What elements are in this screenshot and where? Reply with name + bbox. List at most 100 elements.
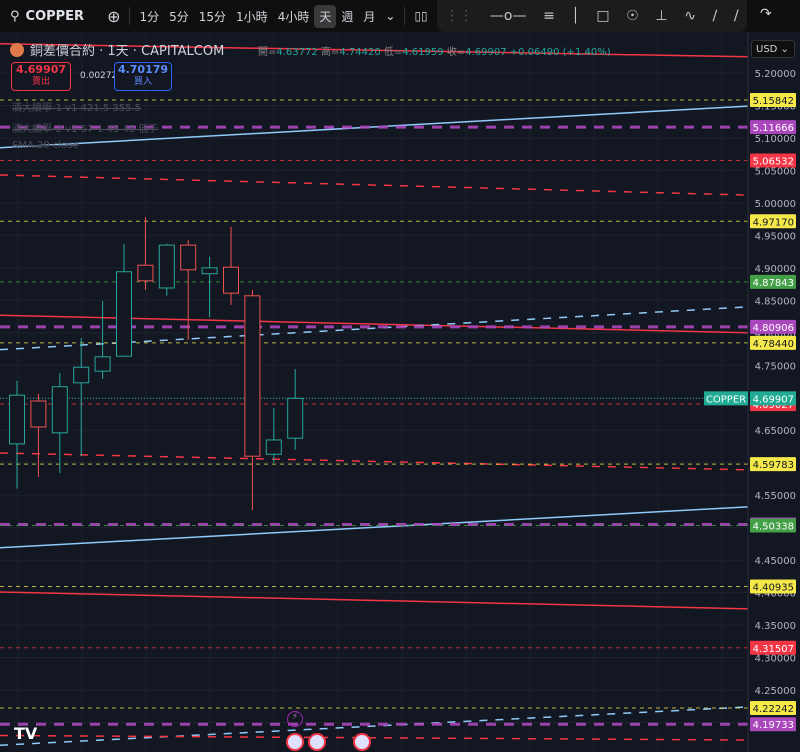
buy-button[interactable]: 4.70179 買入 <box>114 62 172 91</box>
candle-body <box>201 267 218 275</box>
trend-line <box>0 591 749 610</box>
y-tick-label: 5.05000 <box>755 166 796 177</box>
path-icon[interactable]: ∿ <box>684 8 696 24</box>
open-label: 開= <box>258 47 277 58</box>
ray-icon[interactable]: ∕ <box>734 8 739 24</box>
y-tick-label: 4.55000 <box>755 491 796 502</box>
candle-body <box>158 244 175 289</box>
last-price-label: 4.69907 <box>753 394 794 405</box>
candle-body <box>265 439 282 455</box>
y-tick-label: 4.85000 <box>755 296 796 307</box>
candle-body <box>116 271 132 357</box>
price-tag-label: 4.22242 <box>753 704 794 715</box>
change-value: +0.06490 (+1.40%) <box>509 47 611 58</box>
ohlc-values: 開=4.63772 高=4.74420 低=4.61959 收=4.69907 … <box>258 43 611 58</box>
price-tag-label: 5.06532 <box>753 156 794 167</box>
sell-label: 賣出 <box>31 77 50 87</box>
us-event-icon[interactable] <box>308 733 326 751</box>
compare-add-icon[interactable]: ⊕ <box>102 4 125 29</box>
drag-handle-icon[interactable]: ⋮⋮ <box>445 8 473 24</box>
candle-type-icon[interactable]: ▯▯ <box>409 6 432 26</box>
price-chart[interactable]: 5.200005.150005.100005.050005.000004.950… <box>0 32 800 752</box>
candle-body <box>51 386 68 434</box>
trend-line <box>0 174 749 196</box>
us-event-icon[interactable] <box>286 733 304 751</box>
event-lightning-icon[interactable]: ⚡ <box>287 711 303 727</box>
parallel-lines-icon[interactable]: ≡ <box>543 8 555 24</box>
y-tick-label: 4.95000 <box>755 231 796 242</box>
y-tick-label: 4.65000 <box>755 426 796 437</box>
y-tick-label: 5.10000 <box>755 134 796 145</box>
symbol-name: COPPER <box>25 8 85 24</box>
interval-3[interactable]: 1小時 <box>231 5 273 28</box>
trend-lines <box>0 43 749 746</box>
candle-body <box>180 244 197 271</box>
vertical-line-icon[interactable]: │ <box>571 8 579 24</box>
price-tag-label: 4.80906 <box>753 323 794 334</box>
circle-icon[interactable]: ☉ <box>626 8 639 24</box>
sell-button[interactable]: 4.69907 賣出 <box>11 62 71 91</box>
y-tick-label: 4.45000 <box>755 556 796 567</box>
interval-2[interactable]: 15分 <box>194 5 231 28</box>
y-tick-label: 5.20000 <box>755 69 796 80</box>
y-tick-label: 4.75000 <box>755 361 796 372</box>
interval-0[interactable]: 1分 <box>134 5 164 28</box>
high-value: 4.74420 <box>339 47 381 58</box>
trend-line <box>0 452 749 471</box>
level-lines <box>0 99 748 726</box>
price-range-icon[interactable]: ⊥ <box>655 8 667 24</box>
buy-label: 買入 <box>133 77 152 87</box>
price-tag-label: 4.31507 <box>753 644 794 655</box>
interval-6[interactable]: 週 <box>336 5 358 28</box>
chevron-down-icon[interactable]: ⌄ <box>380 6 400 26</box>
spread-value: 0.00272 <box>80 71 118 81</box>
interval-1[interactable]: 5分 <box>164 5 194 28</box>
redo-icon[interactable]: ↷ <box>760 6 772 22</box>
candle-body <box>94 356 111 372</box>
candle-body <box>223 266 239 294</box>
low-label: 低= <box>383 47 403 58</box>
divider <box>404 7 406 25</box>
divider <box>129 7 131 25</box>
trend-line <box>0 706 749 746</box>
price-tag-label: 4.40935 <box>753 583 794 594</box>
candles <box>9 217 304 511</box>
drawing-toolbar: ⋮⋮ —o— ≡ │ □ ☉ ⊥ ∿ ∕ ∕ <box>437 0 747 32</box>
high-label: 高= <box>320 47 340 58</box>
candle-body <box>73 366 90 384</box>
indicator-1[interactable]: 酒大續學-1 v1 421.5 355.5 <box>12 99 141 114</box>
open-value: 4.63772 <box>276 47 318 58</box>
interval-group: 1分 5分 15分 1小時 4小時天週月 <box>134 4 380 28</box>
price-tag-label: 4.19733 <box>753 720 794 731</box>
y-tick-label: 4.35000 <box>755 621 796 632</box>
search-icon: ⚲ <box>10 8 20 24</box>
legend-title: 銅差價合約 · 1天 · CAPITALCOM <box>30 44 225 59</box>
low-value: 4.61959 <box>402 47 444 58</box>
y-tick-label: 4.90000 <box>755 264 796 275</box>
price-tag-label: 4.59783 <box>753 460 794 471</box>
candle-body <box>244 295 261 457</box>
grid <box>0 32 748 752</box>
candle-body <box>30 400 47 428</box>
close-value: 4.69907 <box>465 47 507 58</box>
us-event-icon[interactable] <box>353 733 371 751</box>
indicator-2[interactable]: 酒大續學-2 v1 57-1 45 45 低于 <box>12 120 158 135</box>
interval-5[interactable]: 天 <box>314 4 337 28</box>
trend-line <box>0 314 749 334</box>
y-tick-label: 4.25000 <box>755 686 796 697</box>
interval-7[interactable]: 月 <box>358 5 380 28</box>
horizontal-ray-icon[interactable]: —o— <box>490 8 527 24</box>
y-tick-label: 5.00000 <box>755 199 796 210</box>
currency-select[interactable]: USD ⌄ <box>751 40 795 58</box>
tradingview-logo: TV <box>14 724 38 743</box>
rectangle-icon[interactable]: □ <box>596 8 609 24</box>
symbol-search[interactable]: ⚲ COPPER <box>0 9 94 24</box>
indicator-sma[interactable]: SMA 20 close <box>12 140 79 151</box>
price-tag-label: 4.78440 <box>753 339 794 350</box>
price-tag-label: 4.50338 <box>753 521 794 532</box>
price-tag-label: 5.15842 <box>753 96 794 107</box>
candle-body <box>137 264 154 282</box>
copper-logo-icon <box>10 42 24 57</box>
trend-line-icon[interactable]: ∕ <box>713 8 718 24</box>
interval-4[interactable]: 4小時 <box>273 5 315 28</box>
